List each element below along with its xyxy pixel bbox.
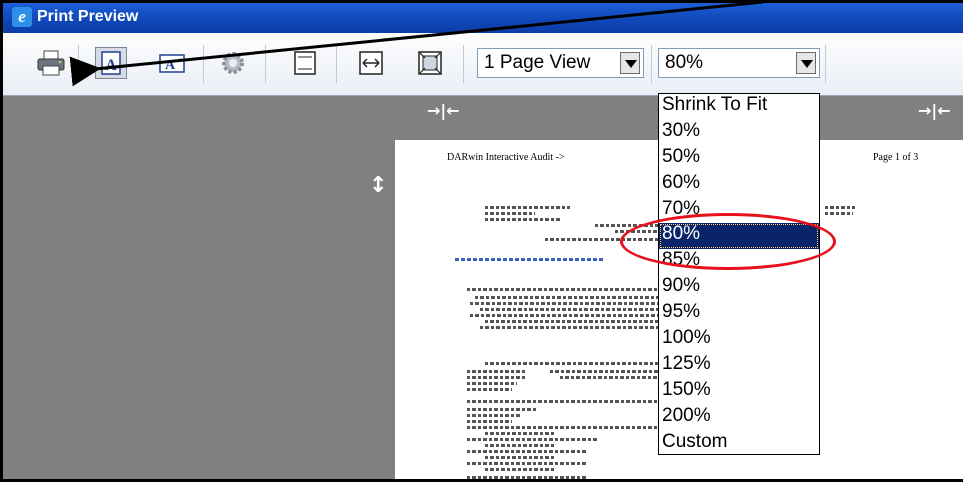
annotation-arrow — [69, 3, 764, 87]
print-preview-window: e Print Preview A A ↑ — [0, 0, 963, 482]
